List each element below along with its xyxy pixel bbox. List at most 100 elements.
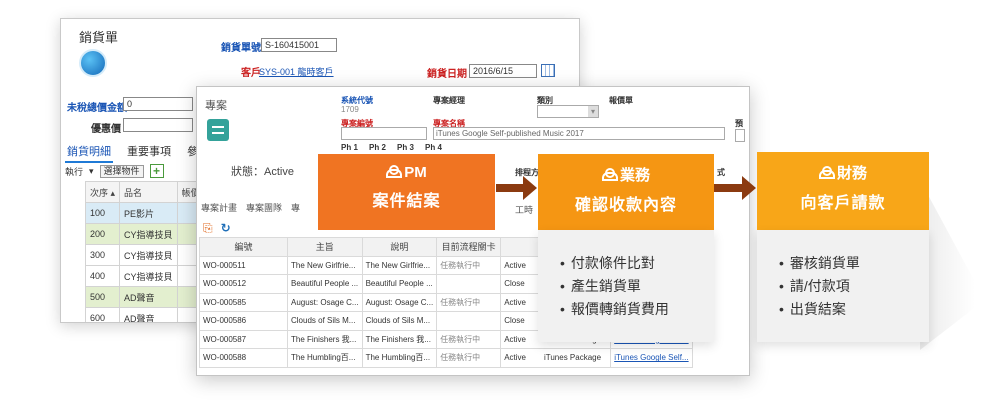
cell-seq: 600 (84, 307, 121, 322)
cell-subject: The New Girlfrie... (287, 255, 363, 275)
execute-menu[interactable]: 執行 (65, 165, 83, 178)
tab-sales-detail[interactable]: 銷貨明細 (65, 141, 113, 163)
cell-id: WO-000585 (199, 292, 288, 312)
discount-label: 優惠價 (91, 124, 121, 135)
cell-id: WO-000511 (199, 255, 288, 275)
phase-2: Ph 2 (369, 143, 386, 152)
table-row[interactable]: WO-000588 The Humbling百... The Humbling百..… (199, 348, 693, 368)
col-id[interactable]: 編號 (199, 237, 288, 257)
cell-name: CY指導技貝 (119, 265, 178, 287)
table-row[interactable]: 600 AD聲音 (84, 307, 208, 322)
quote-label: 報價單 (609, 96, 633, 105)
cell-name: CY指導技貝 (119, 223, 178, 245)
cell-name: CY指導技貝 (119, 244, 178, 266)
finance-bullet: 出貨結案 (779, 298, 929, 321)
person-icon (601, 168, 618, 181)
project-no-field[interactable] (341, 127, 427, 140)
status-text: Close (504, 279, 525, 289)
project-grid-toolbar: ⎘ ↻ (203, 221, 231, 236)
sales-order-tabs: 銷貨明細 重要事項 參 (65, 141, 200, 163)
tab-project-more[interactable]: 專 (291, 201, 300, 214)
untaxed-field[interactable]: 0 (123, 97, 193, 111)
person-icon (818, 166, 835, 179)
table-row[interactable]: 200 CY指導技貝 (84, 223, 208, 245)
sales-action: 確認收款內容 (574, 197, 677, 214)
table-row[interactable]: 100 PE影片 (84, 202, 208, 224)
finance-bullet: 請/付款項 (779, 275, 929, 298)
finance-action: 向客戶請款 (800, 195, 886, 212)
cell-seq: 300 (84, 244, 121, 266)
select-object-dropdown[interactable]: 選擇物件 (99, 164, 144, 178)
customer-link[interactable]: SYS-001 龍時客戶 (259, 65, 334, 78)
add-row-icon[interactable]: + (149, 164, 164, 178)
cell-desc: The New Girlfrie... (361, 255, 438, 275)
project-name-field[interactable]: iTunes Google Self-published Music 2017 (433, 127, 725, 140)
system-code-value: 1709 (341, 104, 411, 117)
status-text: Close (504, 316, 525, 326)
order-no-label: 銷貨單號 (221, 43, 261, 54)
chevron-down-icon: ▾ (89, 165, 94, 176)
category-dropdown[interactable]: ▾ (537, 105, 599, 118)
cell-link[interactable]: iTunes Google Self... (610, 348, 693, 368)
arrow-right-icon (714, 176, 757, 200)
pm-card-header: PM 案件結案 (318, 154, 495, 230)
pm-role: PM (404, 164, 427, 181)
col-subject[interactable]: 主旨 (287, 237, 363, 257)
chevron-down-icon: ▾ (588, 106, 598, 117)
finance-card-body: 審核銷貨單 請/付款項 出貨結案 (757, 230, 929, 342)
forecast-checkbox[interactable] (735, 129, 745, 142)
customer-label: 客戶 (241, 68, 261, 79)
date-field[interactable]: 2016/6/15 (469, 64, 537, 78)
status-text: Active (504, 260, 526, 270)
arrow-right-icon (496, 176, 538, 200)
untaxed-label: 未稅總價金額 (67, 103, 127, 114)
cell-seq: 200 (84, 223, 121, 245)
sales-bullet: 報價轉銷貨費用 (560, 298, 714, 321)
status-text: Active (504, 353, 526, 363)
tab-project-team[interactable]: 專案團隊 (246, 201, 282, 214)
project-tabs: 專案計畫 專案團隊 專 (201, 201, 300, 214)
cell-desc: The Humbling百... (361, 348, 438, 368)
sales-card-body: 付款條件比對 產生銷貨單 報價轉銷貨費用 (538, 230, 714, 342)
table-row[interactable]: 300 CY指導技貝 (84, 244, 208, 266)
table-row[interactable]: 400 CY指導技貝 (84, 265, 208, 287)
date-label: 銷貨日期 (427, 69, 467, 80)
col-desc[interactable]: 說明 (361, 237, 438, 257)
finance-bullet: 審核銷貨單 (779, 252, 929, 275)
sales-bullet: 付款條件比對 (560, 252, 714, 275)
col-seq[interactable]: 次序 ▴ (84, 181, 121, 203)
tab-project-plan[interactable]: 專案計畫 (201, 201, 237, 214)
cell-id: WO-000512 (199, 274, 288, 294)
tab-important[interactable]: 重要事項 (125, 141, 173, 163)
phase-3: Ph 3 (397, 143, 414, 152)
cell-name: AD聲音 (119, 286, 178, 308)
package-text: iTunes Package (543, 353, 602, 363)
sales-order-toolbar: 執行 ▾ 選擇物件 + (65, 164, 164, 178)
cell-desc: August: Osage C... (361, 292, 438, 312)
format-label: 式 (717, 168, 725, 177)
phase-4: Ph 4 (425, 143, 442, 152)
sales-role: 業務 (619, 167, 650, 184)
project-logo-icon (207, 119, 229, 141)
phase-1: Ph 1 (341, 143, 358, 152)
table-row[interactable]: 500 AD聲音 (84, 286, 208, 308)
cell-stage (436, 311, 502, 331)
refresh-icon[interactable]: ↻ (221, 221, 231, 236)
pm-label: 專案經理 (433, 96, 465, 105)
pm-action: 案件結案 (372, 193, 441, 210)
cell-subject: Beautiful People ... (287, 274, 363, 294)
cell-desc: Clouds of Sils M... (361, 311, 438, 331)
document-search-icon[interactable]: ⎘ (203, 221, 213, 236)
calendar-icon[interactable] (541, 64, 555, 77)
cell-subject: The Humbling百... (287, 348, 363, 368)
col-name[interactable]: 品名 (119, 181, 178, 203)
forecast-label: 預 (735, 119, 743, 128)
sales-order-title: 銷貨單 (79, 30, 119, 45)
tab-work-hours[interactable]: 工時 (515, 203, 533, 216)
project-title: 專案 (205, 100, 227, 112)
cell-seq: 500 (84, 286, 121, 308)
order-no-field[interactable]: S-160415001 (261, 38, 337, 52)
cell-id: WO-000586 (199, 311, 288, 331)
col-stage[interactable]: 目前流程關卡 (436, 237, 502, 257)
discount-field[interactable] (123, 118, 193, 132)
